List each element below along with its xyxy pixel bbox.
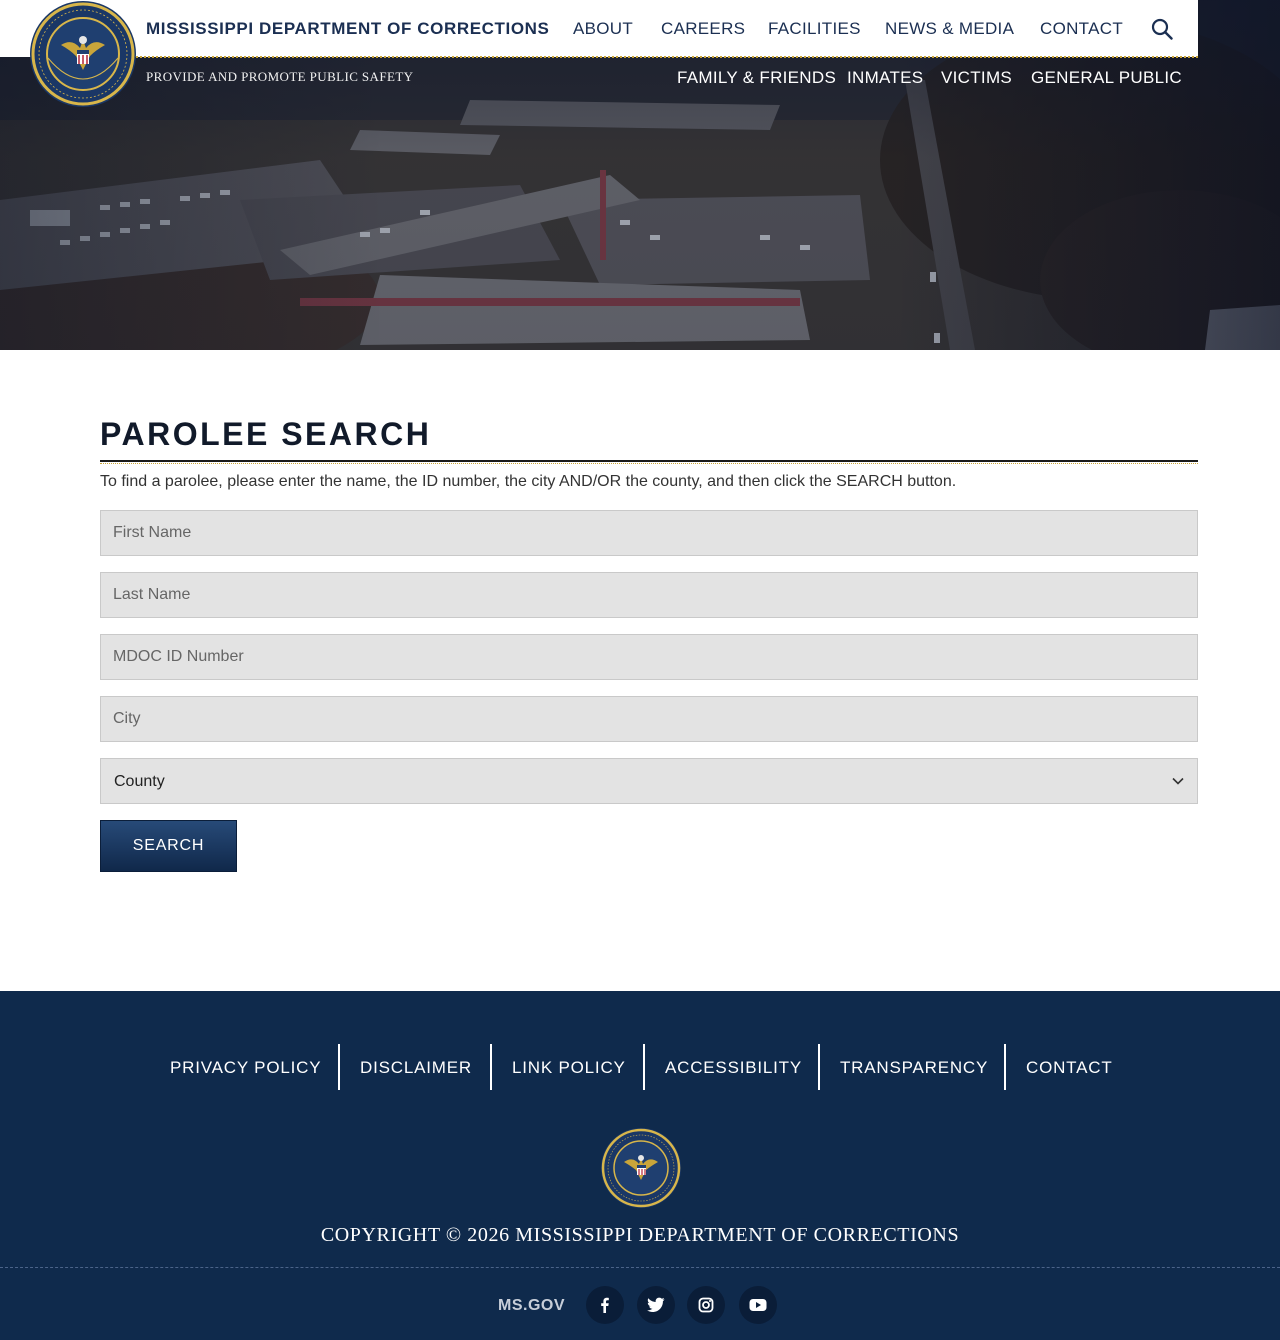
page-title: PAROLEE SEARCH bbox=[100, 416, 432, 452]
footer-divider bbox=[0, 1267, 1280, 1268]
title-divider-accent bbox=[100, 463, 1198, 464]
last-name-input[interactable] bbox=[100, 572, 1198, 618]
footer-link-accessibility[interactable]: ACCESSIBILITY bbox=[665, 1058, 802, 1078]
agency-tagline: PROVIDE AND PROMOTE PUBLIC SAFETY bbox=[146, 69, 414, 84]
search-button[interactable]: SEARCH bbox=[100, 820, 237, 872]
instagram-link[interactable] bbox=[687, 1286, 725, 1324]
footer-link-disclaimer[interactable]: DISCLAIMER bbox=[360, 1058, 472, 1078]
footer-link-link-policy[interactable]: LINK POLICY bbox=[512, 1058, 626, 1078]
twitter-link[interactable] bbox=[637, 1286, 675, 1324]
first-name-input[interactable] bbox=[100, 510, 1198, 556]
county-select-value: County bbox=[114, 773, 165, 790]
nav-news-media[interactable]: NEWS & MEDIA bbox=[885, 19, 1014, 39]
twitter-icon bbox=[647, 1297, 665, 1312]
mdoc-seal-logo[interactable] bbox=[28, 0, 138, 108]
county-select[interactable]: County bbox=[100, 758, 1198, 804]
nav-general-public[interactable]: GENERAL PUBLIC bbox=[1031, 68, 1182, 88]
title-divider bbox=[100, 460, 1198, 462]
footer-link-privacy-policy[interactable]: PRIVACY POLICY bbox=[170, 1058, 321, 1078]
nav-family-friends[interactable]: FAMILY & FRIENDS bbox=[677, 68, 836, 88]
agency-name[interactable]: MISSISSIPPI DEPARTMENT OF CORRECTIONS bbox=[146, 19, 549, 39]
youtube-icon bbox=[749, 1299, 767, 1311]
footer-link-contact[interactable]: CONTACT bbox=[1026, 1058, 1113, 1078]
msgov-link[interactable]: MS.GOV bbox=[498, 1297, 565, 1315]
copyright-notice: COPYRIGHT © 2026 MISSISSIPPI DEPARTMENT … bbox=[320, 1224, 960, 1246]
mdoc-id-input[interactable] bbox=[100, 634, 1198, 680]
footer-separator bbox=[490, 1044, 492, 1090]
footer-separator bbox=[338, 1044, 340, 1090]
nav-contact[interactable]: CONTACT bbox=[1040, 19, 1123, 39]
nav-careers[interactable]: CAREERS bbox=[661, 19, 745, 39]
search-icon[interactable] bbox=[1151, 18, 1173, 40]
footer-separator bbox=[1004, 1044, 1006, 1090]
nav-about[interactable]: ABOUT bbox=[573, 19, 633, 39]
footer-seal-logo bbox=[601, 1128, 681, 1208]
footer-separator bbox=[643, 1044, 645, 1090]
instagram-icon bbox=[698, 1297, 714, 1313]
nav-victims[interactable]: VICTIMS bbox=[941, 68, 1012, 88]
facebook-icon bbox=[601, 1297, 609, 1313]
city-input[interactable] bbox=[100, 696, 1198, 742]
search-instructions: To find a parolee, please enter the name… bbox=[100, 473, 957, 490]
nav-facilities[interactable]: FACILITIES bbox=[768, 19, 861, 39]
nav-inmates[interactable]: INMATES bbox=[847, 68, 923, 88]
youtube-link[interactable] bbox=[739, 1286, 777, 1324]
facebook-link[interactable] bbox=[586, 1286, 624, 1324]
header-divider bbox=[136, 56, 1198, 58]
footer-separator bbox=[818, 1044, 820, 1090]
footer-link-transparency[interactable]: TRANSPARENCY bbox=[840, 1058, 988, 1078]
chevron-down-icon bbox=[1172, 777, 1184, 785]
